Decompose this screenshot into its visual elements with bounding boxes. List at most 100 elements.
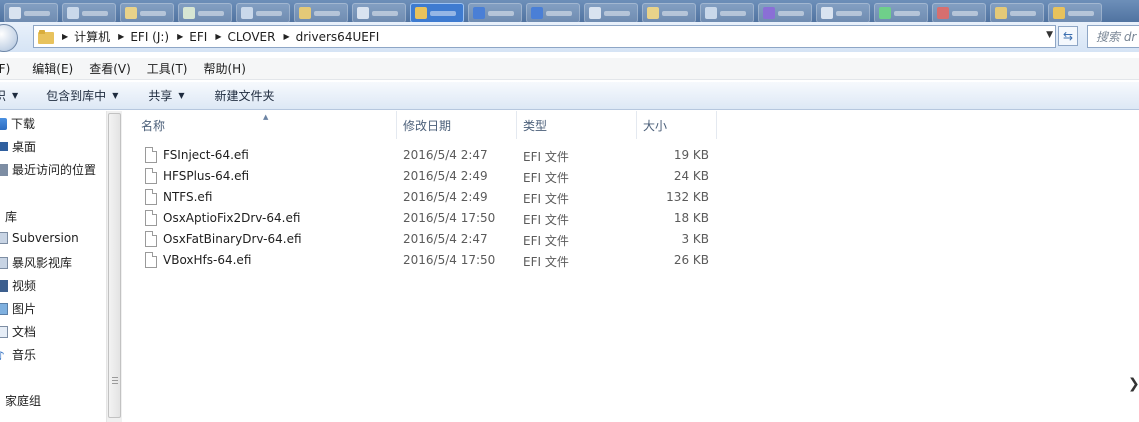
taskbar-button[interactable]	[642, 3, 696, 23]
back-button[interactable]	[0, 24, 18, 52]
taskbar-button[interactable]	[294, 3, 348, 23]
organize-button[interactable]: 织 ▼	[0, 87, 18, 104]
file-icon	[145, 189, 157, 205]
chevron-down-icon[interactable]: ▼	[1046, 30, 1053, 40]
app-icon	[879, 7, 891, 19]
nav-item-documents[interactable]: 文档	[0, 323, 36, 340]
menu-tools[interactable]: 工具(T)	[147, 60, 194, 77]
new-folder-button[interactable]: 新建文件夹	[215, 87, 275, 104]
app-icon	[531, 7, 543, 19]
column-label: 名称	[141, 118, 166, 133]
file-date: 2016/5/4 2:47	[403, 148, 488, 162]
nav-item-videos[interactable]: 视频	[0, 277, 36, 294]
app-icon	[473, 7, 485, 19]
app-icon	[937, 7, 949, 19]
file-type: EFI 文件	[523, 150, 569, 164]
menu-file[interactable]: (F)	[0, 62, 16, 76]
refresh-button[interactable]: ⇆	[1058, 26, 1078, 46]
taskbar-button[interactable]	[816, 3, 870, 23]
file-date: 2016/5/4 17:50	[403, 211, 496, 225]
column-header-size[interactable]: 大小	[637, 111, 717, 139]
taskbar-button[interactable]	[352, 3, 406, 23]
chevron-right-icon[interactable]: ▶	[62, 32, 68, 41]
nav-item-baofeng[interactable]: 暴风影视库	[0, 254, 72, 271]
chevron-right-icon[interactable]: ▶	[177, 32, 183, 41]
column-label: 类型	[523, 118, 548, 133]
scrollbar-thumb[interactable]	[108, 113, 121, 418]
breadcrumb-clover[interactable]: CLOVER	[227, 30, 275, 44]
taskbar-button[interactable]	[178, 3, 232, 23]
column-header-date[interactable]: 修改日期	[397, 111, 517, 139]
taskbar-button[interactable]	[932, 3, 986, 23]
menu-help[interactable]: 帮助(H)	[204, 60, 252, 77]
music-icon: ♪	[0, 348, 5, 363]
nav-group-libraries[interactable]: 库	[5, 208, 17, 225]
taskbar-button[interactable]	[62, 3, 116, 23]
include-library-button[interactable]: 包含到库中 ▼	[46, 87, 118, 104]
app-icon	[183, 7, 195, 19]
nav-item-recent[interactable]: 最近访问的位置	[0, 161, 96, 178]
taskbar-button[interactable]	[120, 3, 174, 23]
menu-view[interactable]: 查看(V)	[89, 60, 137, 77]
app-icon	[357, 7, 369, 19]
nav-item-pictures[interactable]: 图片	[0, 300, 36, 317]
address-bar[interactable]: ▶ 计算机 ▶ EFI (J:) ▶ EFI ▶ CLOVER ▶ driver…	[33, 25, 1056, 48]
file-row[interactable]: HFSPlus-64.efi 2016/5/4 2:49 EFI 文件 24 K…	[123, 166, 723, 187]
chevron-right-icon[interactable]: ▶	[118, 32, 124, 41]
file-type: EFI 文件	[523, 213, 569, 227]
chevron-right-icon[interactable]: ▶	[215, 32, 221, 41]
file-row[interactable]: OsxAptioFix2Drv-64.efi 2016/5/4 17:50 EF…	[123, 208, 723, 229]
nav-group-homegroup[interactable]: 家庭组	[5, 392, 41, 409]
breadcrumb-drive[interactable]: EFI (J:)	[130, 30, 169, 44]
file-row[interactable]: NTFS.efi 2016/5/4 2:49 EFI 文件 132 KB	[123, 187, 723, 208]
taskbar-button[interactable]	[526, 3, 580, 23]
taskbar-button[interactable]	[700, 3, 754, 23]
taskbar-button[interactable]	[468, 3, 522, 23]
file-row[interactable]: FSInject-64.efi 2016/5/4 2:47 EFI 文件 19 …	[123, 145, 723, 166]
file-size: 24 KB	[673, 169, 709, 183]
taskbar-button[interactable]	[990, 3, 1044, 23]
sort-ascending-icon: ▲	[263, 113, 269, 121]
file-icon	[145, 252, 157, 268]
folder-icon	[415, 7, 427, 19]
taskbar-button[interactable]	[4, 3, 58, 23]
file-name: VBoxHfs-64.efi	[163, 253, 252, 267]
chevron-right-icon[interactable]: ▶	[283, 32, 289, 41]
app-icon	[67, 7, 79, 19]
breadcrumb-computer[interactable]: 计算机	[74, 28, 110, 45]
breadcrumb-efi[interactable]: EFI	[189, 30, 207, 44]
taskbar-button[interactable]	[1048, 3, 1102, 23]
breadcrumb-current[interactable]: drivers64UEFI	[296, 30, 380, 44]
taskbar-button[interactable]	[874, 3, 928, 23]
folder-icon	[38, 29, 54, 44]
taskbar-button[interactable]	[236, 3, 290, 23]
nav-scrollbar[interactable]	[106, 111, 122, 422]
pictures-icon	[0, 302, 8, 315]
nav-item-music[interactable]: ♪ 音乐	[0, 346, 36, 363]
nav-label: 下载	[11, 117, 36, 131]
share-button[interactable]: 共享 ▼	[148, 87, 184, 104]
chevron-right-icon[interactable]: ❯	[1128, 376, 1139, 392]
nav-item-subversion[interactable]: Subversion	[0, 231, 79, 245]
taskbar-button[interactable]	[584, 3, 638, 23]
file-name: HFSPlus-64.efi	[163, 169, 250, 183]
taskbar-button[interactable]	[758, 3, 812, 23]
search-input[interactable]: 搜索 dr	[1087, 25, 1139, 48]
share-label: 共享	[148, 89, 173, 103]
nav-label: 图片	[12, 302, 37, 316]
file-size: 19 KB	[673, 148, 709, 162]
app-icon	[821, 7, 833, 19]
menu-edit[interactable]: 编辑(E)	[32, 60, 79, 77]
address-row: ▶ 计算机 ▶ EFI (J:) ▶ EFI ▶ CLOVER ▶ driver…	[0, 22, 1139, 52]
nav-item-desktop[interactable]: 桌面	[0, 138, 36, 155]
column-header-type[interactable]: 类型	[517, 111, 637, 139]
column-header-name[interactable]: 名称 ▲	[123, 111, 397, 139]
taskbar-button-active[interactable]	[410, 3, 464, 23]
file-type: EFI 文件	[523, 171, 569, 185]
nav-item-downloads[interactable]: 下载	[0, 115, 35, 132]
file-row[interactable]: VBoxHfs-64.efi 2016/5/4 17:50 EFI 文件 26 …	[123, 250, 723, 271]
downloads-icon	[0, 117, 7, 130]
file-row[interactable]: OsxFatBinaryDrv-64.efi 2016/5/4 2:47 EFI…	[123, 229, 723, 250]
include-library-label: 包含到库中	[46, 89, 107, 103]
column-label: 修改日期	[403, 118, 452, 133]
